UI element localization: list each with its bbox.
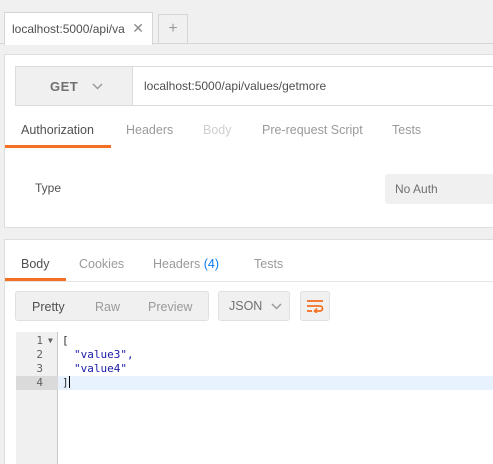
code-line: 1 ▼ [ (16, 334, 493, 348)
fold-icon[interactable]: ▼ (48, 334, 53, 348)
request-tabs: Authorization Headers Body Pre-request S… (5, 117, 493, 148)
response-tabs: Body Cookies Headers (4) Tests (5, 240, 493, 282)
tab-response-tests[interactable]: Tests (254, 257, 283, 271)
line-number: 4 (36, 376, 43, 389)
format-label: JSON (229, 299, 263, 313)
add-tab-button[interactable]: + (158, 14, 188, 44)
tab-body[interactable]: Body (203, 123, 232, 137)
tab-tests[interactable]: Tests (392, 123, 421, 137)
format-select[interactable]: JSON (218, 291, 290, 321)
pretty-button[interactable]: Pretty (32, 300, 65, 314)
code-text: [ (62, 334, 69, 347)
url-bar: GET localhost:5000/api/values/getmore (15, 66, 493, 106)
raw-button[interactable]: Raw (95, 300, 120, 314)
active-response-tab-indicator (5, 278, 66, 281)
line-number: 2 (36, 348, 43, 361)
tab-pre-request-script[interactable]: Pre-request Script (262, 123, 363, 137)
wrap-lines-button[interactable] (300, 291, 330, 321)
code-line: 2 "value3", (16, 348, 493, 362)
chevron-down-icon (92, 82, 103, 90)
request-panel: GET localhost:5000/api/values/getmore Au… (4, 54, 493, 228)
line-number: 1 (36, 334, 43, 347)
chevron-down-icon (271, 302, 282, 310)
method-select[interactable]: GET (16, 67, 133, 105)
request-tab[interactable]: localhost:5000/api/val ✕ (4, 12, 153, 45)
tab-response-headers-label: Headers (153, 257, 201, 271)
view-mode-group: Pretty Raw Preview (15, 291, 209, 321)
line-number: 3 (36, 362, 43, 375)
response-panel: Body Cookies Headers (4) Tests Pretty Ra… (4, 239, 493, 464)
active-tab-indicator (5, 145, 111, 148)
tab-response-body[interactable]: Body (21, 257, 50, 271)
auth-type-label: Type (35, 181, 62, 195)
close-icon[interactable]: ✕ (132, 20, 144, 37)
code-line: 3 "value4" (16, 362, 493, 376)
method-label: GET (50, 78, 79, 94)
auth-type-select[interactable]: No Auth (385, 174, 493, 204)
headers-count: (4) (203, 257, 220, 271)
tab-authorization[interactable]: Authorization (21, 123, 94, 137)
text-cursor (68, 376, 70, 388)
preview-button[interactable]: Preview (148, 300, 192, 314)
code-line: 4 ] (16, 376, 493, 390)
url-input[interactable]: localhost:5000/api/values/getmore (144, 79, 326, 93)
wrap-lines-icon (307, 300, 324, 313)
code-text: ] (62, 376, 69, 389)
tab-cookies[interactable]: Cookies (79, 257, 124, 271)
code-text: "value3", (74, 348, 134, 361)
tab-headers[interactable]: Headers (126, 123, 173, 137)
tab-bar: localhost:5000/api/val ✕ + (0, 0, 493, 45)
code-text: "value4" (74, 362, 127, 375)
response-body-editor[interactable]: 1 ▼ [ 2 "value3", 3 "value4" 4 ] (16, 332, 493, 464)
tab-response-headers[interactable]: Headers (4) (153, 257, 219, 271)
request-tab-title: localhost:5000/api/val (12, 22, 125, 36)
